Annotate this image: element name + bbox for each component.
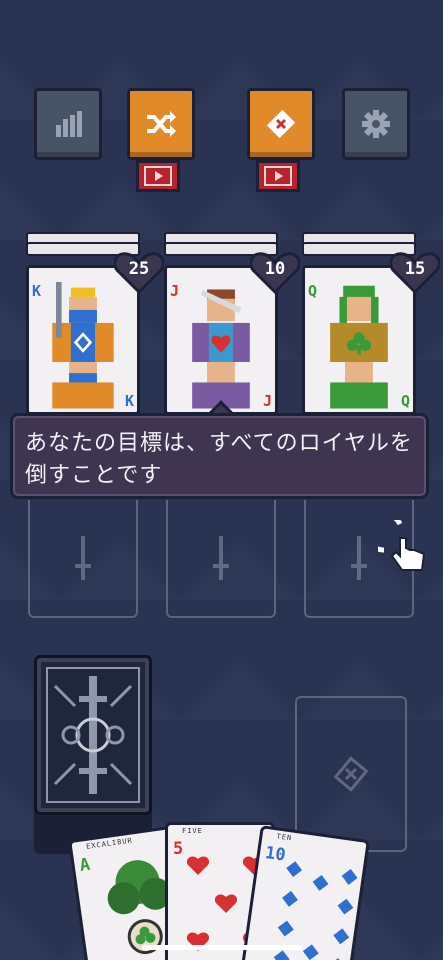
jack-portrait (192, 289, 250, 409)
gear-icon (362, 110, 390, 138)
card-x-icon (266, 109, 296, 139)
bar-chart-icon (56, 111, 82, 137)
card-caption: EXCALIBUR (85, 836, 134, 851)
card-rank: A (78, 854, 92, 876)
queen-health-badge: 15 (390, 252, 440, 294)
card-caption: TEN (275, 832, 293, 843)
shuffle-icon (147, 111, 176, 137)
tooltip-text: あなたの目標は、すべてのロイヤルを倒すことです (25, 431, 413, 488)
card-rank: J (170, 282, 180, 300)
health-value: 10 (264, 259, 286, 279)
health-value: 15 (404, 259, 426, 279)
jack-health-badge: 10 (250, 252, 300, 294)
card-rank-bottom: J (262, 392, 272, 410)
attack-slot-1[interactable] (28, 500, 138, 618)
king-health-badge: 25 (114, 252, 164, 294)
video-ad-icon (144, 166, 172, 186)
health-value: 25 (128, 259, 150, 279)
discard-button[interactable] (247, 88, 315, 160)
shuffle-ad-badge[interactable] (136, 160, 180, 192)
sword-icon (75, 536, 91, 580)
sword-icon (213, 536, 229, 580)
sword-icon (351, 536, 367, 580)
discard-ad-badge[interactable] (256, 160, 300, 192)
tap-hand-icon (378, 520, 426, 571)
discard-pile-icon (333, 756, 369, 792)
card-rank: Q (308, 282, 318, 300)
card-caption: FIVE (182, 827, 203, 835)
king-portrait (52, 282, 114, 409)
discard-pile-slot[interactable] (295, 696, 407, 852)
shuffle-button[interactable] (127, 88, 195, 160)
video-ad-icon (264, 166, 292, 186)
tutorial-tooltip[interactable]: あなたの目標は、すべてのロイヤルを倒すことです (10, 413, 429, 499)
draw-deck[interactable] (34, 655, 152, 815)
queen-portrait (330, 285, 388, 409)
card-rank: K (32, 282, 42, 300)
card-rank-bottom: K (124, 392, 134, 410)
card-rank-bottom: Q (400, 392, 410, 410)
home-indicator[interactable] (142, 945, 302, 950)
hand-card-ten-diamonds[interactable]: TEN 10 (240, 825, 370, 960)
stats-button[interactable] (34, 88, 102, 160)
attack-slot-2[interactable] (166, 500, 276, 618)
deck-card-back (46, 667, 140, 803)
settings-button[interactable] (342, 88, 410, 160)
card-rank: 5 (173, 839, 184, 859)
